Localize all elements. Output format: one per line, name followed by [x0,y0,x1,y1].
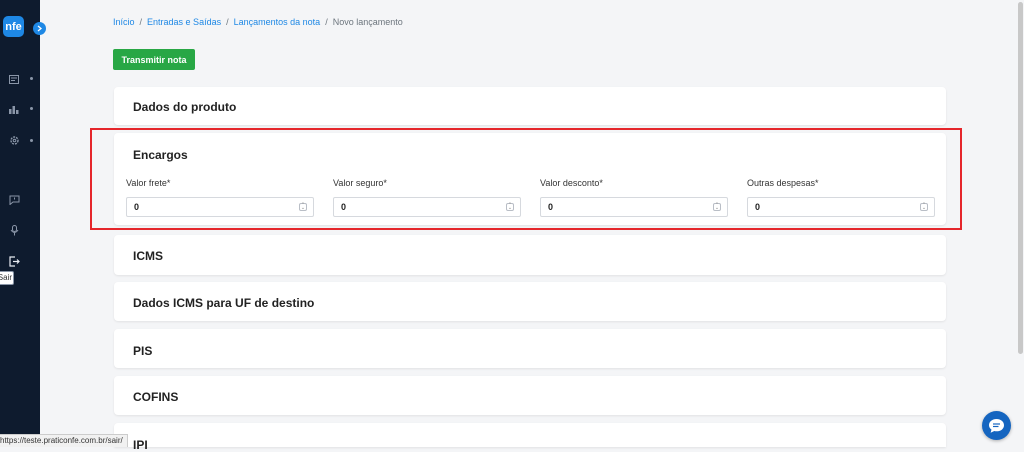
chevron-right-icon [37,25,43,32]
section-dados-produto[interactable]: Dados do produto [114,87,946,125]
section-title: PIS [133,344,153,358]
section-title: IPI [133,438,148,452]
field-value: 0 [755,202,761,212]
status-bar-url: https://teste.praticonfe.com.br/sair/ [0,434,128,447]
breadcrumb-separator: / [139,17,143,27]
logout-icon[interactable] [8,255,20,267]
section-title: Dados do produto [133,100,237,114]
valor-seguro-label: Valor seguro* [333,178,387,188]
transmit-button[interactable]: Transmitir nota [113,49,195,70]
valor-frete-input[interactable]: 0 ⌃ ⌄ [126,197,314,217]
breadcrumb-link-lancamentos[interactable]: Lançamentos da nota [234,17,321,27]
breadcrumb: Início / Entradas e Saídas / Lançamentos da … [113,17,403,27]
section-ipi[interactable]: IPI [114,423,946,452]
page-scrollbar[interactable] [1016,0,1024,447]
logout-tooltip: Sair [0,271,14,285]
nav-dot [30,139,33,142]
number-spinner-icon[interactable]: ⌃ ⌄ [713,203,721,211]
number-spinner-icon[interactable]: ⌃ ⌄ [299,203,307,211]
chat-bubble-icon [989,418,1004,433]
logo-text: nfe [5,20,22,33]
nav-dot [30,107,33,110]
field-value: 0 [548,202,554,212]
number-spinner-icon[interactable]: ⌃ ⌄ [920,203,928,211]
section-icms-uf-destino[interactable]: Dados ICMS para UF de destino [114,282,946,321]
app-logo[interactable]: nfe [3,16,24,37]
section-title: ICMS [133,249,163,263]
valor-desconto-input[interactable]: 0 ⌃ ⌄ [540,197,728,217]
chat-support-button[interactable] [982,411,1011,440]
section-title: Dados ICMS para UF de destino [133,296,315,310]
breadcrumb-link-entradas-saidas[interactable]: Entradas e Saídas [147,17,221,27]
chart-icon[interactable] [8,103,20,115]
valor-frete-label: Valor frete* [126,178,171,188]
section-pis[interactable]: PIS [114,329,946,368]
breadcrumb-separator: / [226,17,229,27]
breadcrumb-separator: / [325,17,328,27]
outras-despesas-label: Outras despesas* [747,178,819,188]
microphone-icon[interactable] [8,224,20,236]
outras-despesas-input[interactable]: 0 ⌃ ⌄ [747,197,935,217]
section-title: COFINS [133,390,179,404]
nav-dot [30,77,33,80]
gear-icon[interactable] [8,134,20,146]
valor-seguro-input[interactable]: 0 ⌃ ⌄ [333,197,521,217]
valor-desconto-label: Valor desconto* [540,178,603,188]
breadcrumb-link-inicio[interactable]: Início [113,17,135,27]
file-icon[interactable] [8,73,20,85]
number-spinner-icon[interactable]: ⌃ ⌄ [506,203,514,211]
scrollbar-thumb[interactable] [1018,2,1023,354]
sidebar-expand-button[interactable] [33,22,46,35]
field-value: 0 [134,202,140,212]
field-value: 0 [341,202,347,212]
breadcrumb-current: Novo lançamento [332,17,403,27]
section-icms[interactable]: ICMS [114,235,946,275]
chat-icon[interactable] [8,194,20,206]
sidebar: nfe [0,0,40,447]
section-title[interactable]: Encargos [133,148,188,162]
section-cofins[interactable]: COFINS [114,376,946,415]
